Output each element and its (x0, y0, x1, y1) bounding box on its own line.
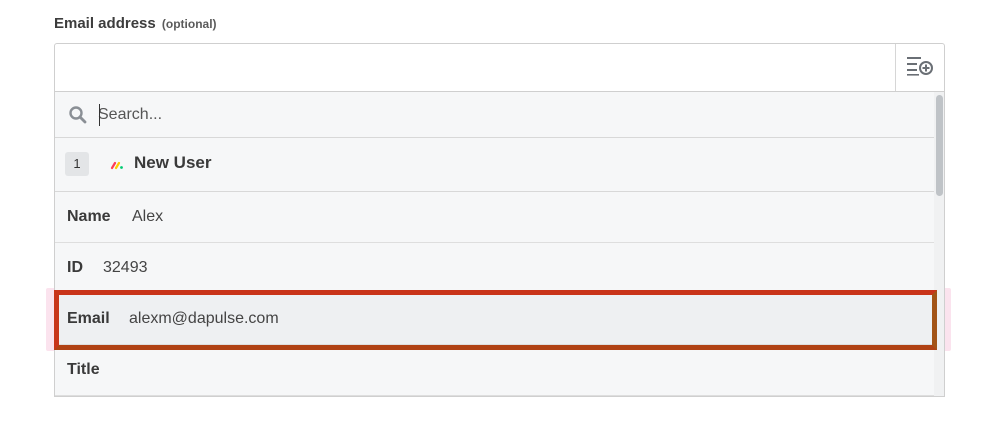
search-bar (55, 92, 936, 138)
email-address-field[interactable] (54, 43, 945, 93)
field-value: Alex (132, 208, 164, 225)
data-picker-dropdown: 1 New User Name Alex ID 32493 Email alex… (54, 92, 945, 397)
scrollbar[interactable] (934, 92, 944, 396)
list-item[interactable]: Title (55, 345, 936, 396)
insert-data-icon (906, 54, 934, 81)
field-label-text: Email address (54, 15, 156, 32)
list-item[interactable]: ID 32493 (55, 243, 936, 294)
optional-tag: (optional) (161, 17, 217, 31)
monday-logo-icon (110, 158, 124, 170)
insert-data-button[interactable] (895, 44, 944, 91)
search-input[interactable] (98, 100, 878, 130)
field-key: ID (67, 259, 83, 276)
trigger-step-title: New User (134, 153, 212, 172)
step-number-badge: 1 (65, 152, 89, 176)
list-item-selected[interactable]: Email alexm@dapulse.com (55, 294, 936, 345)
search-icon (68, 105, 88, 125)
field-label: Email address (optional) (54, 15, 217, 32)
list-item[interactable]: Name Alex (55, 192, 936, 243)
field-value: alexm@dapulse.com (129, 310, 279, 327)
field-value: 32493 (103, 259, 148, 276)
field-key: Email (67, 310, 110, 327)
text-cursor (99, 104, 100, 126)
scrollbar-thumb[interactable] (936, 95, 943, 196)
field-key: Title (67, 361, 100, 378)
field-key: Name (67, 208, 111, 225)
trigger-step-header: 1 New User (55, 138, 936, 192)
email-address-input[interactable] (65, 44, 889, 93)
